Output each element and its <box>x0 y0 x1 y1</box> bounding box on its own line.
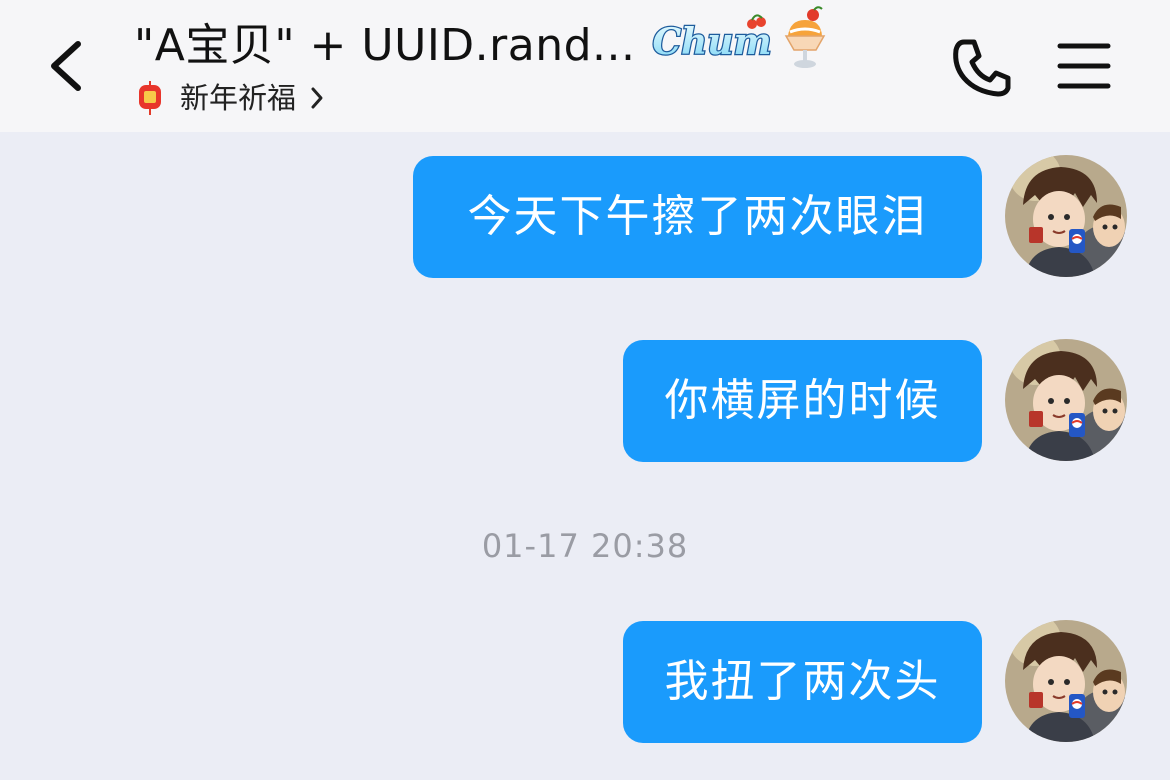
avatar-image <box>1005 620 1127 742</box>
avatar-image <box>1005 155 1127 277</box>
avatar-image <box>1005 339 1127 461</box>
message-bubble[interactable]: 你横屏的时候 <box>623 340 982 462</box>
message-timestamp: 01-17 20:38 <box>481 527 689 565</box>
fu-lantern-icon <box>139 81 161 115</box>
chum-badge-text: Chum <box>652 21 771 63</box>
hamburger-menu-icon <box>1057 43 1111 89</box>
chevron-right-icon <box>311 87 323 109</box>
chat-title[interactable]: "A宝贝" + UUID.rand... <box>134 16 636 76</box>
chum-badge: Chum <box>651 14 773 64</box>
chat-screen: "A宝贝" + UUID.rand... Chum 新年祈福 今天下午擦了两次眼… <box>0 0 1170 780</box>
phone-icon <box>953 39 1011 97</box>
menu-button[interactable] <box>1056 40 1112 92</box>
chevron-left-icon <box>51 41 81 91</box>
avatar[interactable] <box>1005 155 1127 277</box>
message-bubble[interactable]: 今天下午擦了两次眼泪 <box>413 156 982 278</box>
call-button[interactable] <box>950 36 1014 100</box>
avatar[interactable] <box>1005 339 1127 461</box>
sundae-icon <box>784 6 826 68</box>
subtitle-link[interactable]: 新年祈福 <box>136 78 326 118</box>
message-bubble[interactable]: 我扭了两次头 <box>623 621 982 743</box>
chat-header: "A宝贝" + UUID.rand... Chum 新年祈福 <box>0 0 1170 132</box>
back-button[interactable] <box>36 30 96 102</box>
avatar[interactable] <box>1005 620 1127 742</box>
subtitle-text: 新年祈福 <box>180 81 297 115</box>
